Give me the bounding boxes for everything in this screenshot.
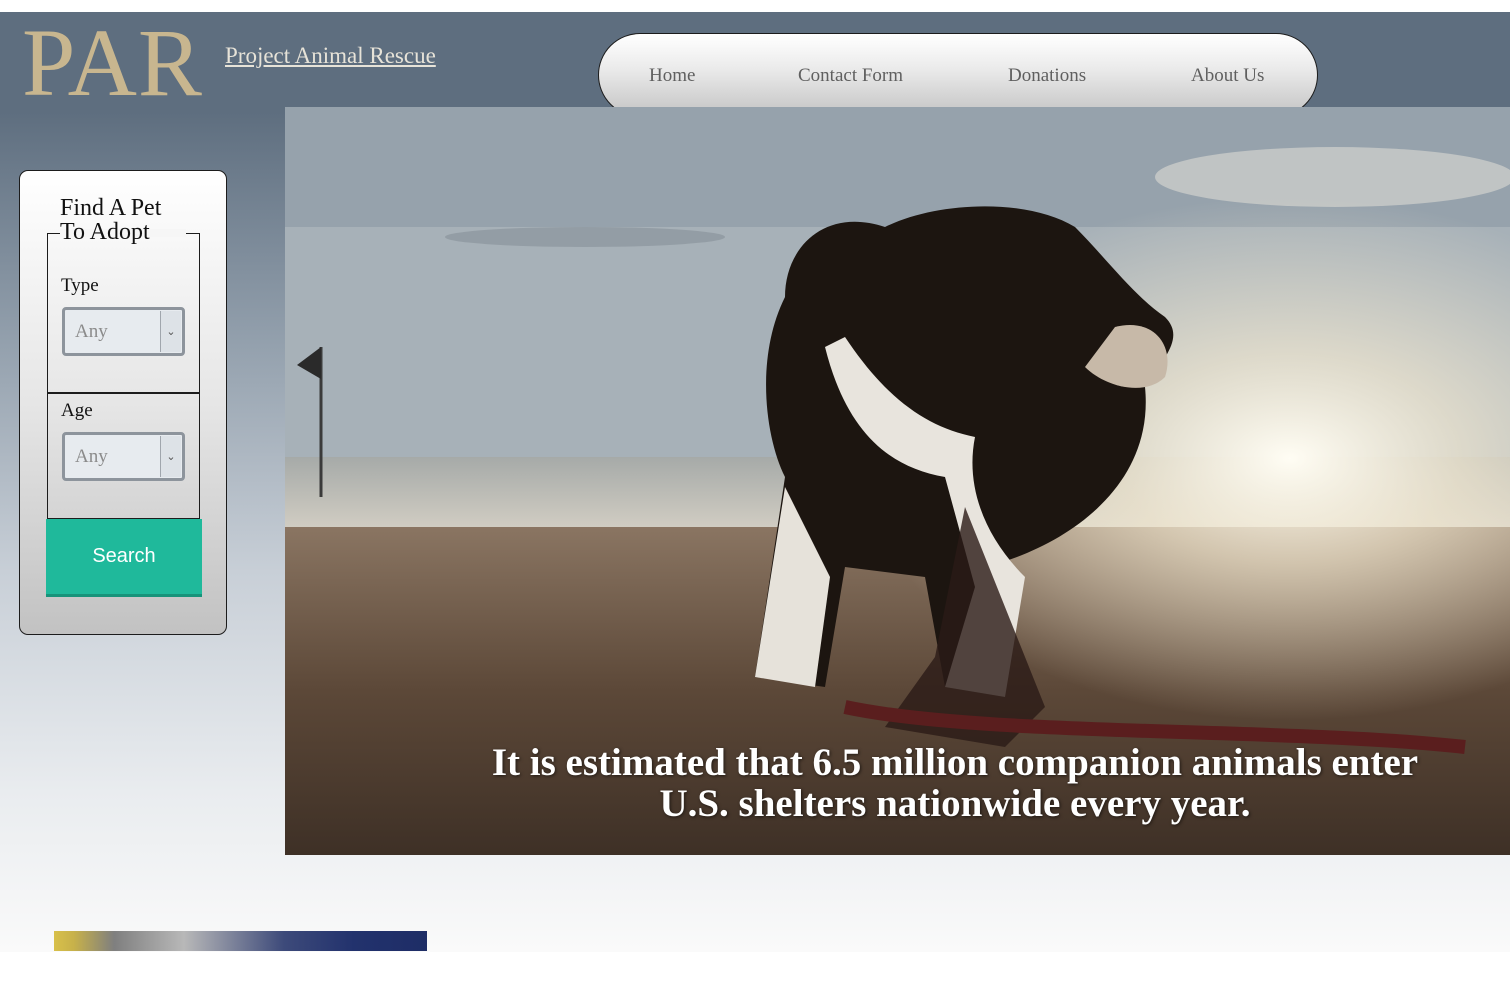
- find-pet-panel: Find A Pet To Adopt Type Any ⌄ Age Any ⌄…: [19, 170, 227, 635]
- age-select-value: Any: [75, 446, 108, 467]
- age-select[interactable]: Any ⌄: [62, 432, 185, 481]
- type-select-value: Any: [75, 321, 108, 342]
- chevron-down-icon[interactable]: ⌄: [160, 436, 181, 477]
- nav-home[interactable]: Home: [649, 65, 695, 87]
- nav-contact-form[interactable]: Contact Form: [798, 65, 903, 87]
- site-logo[interactable]: PAR: [22, 15, 203, 111]
- nav-donations[interactable]: Donations: [1008, 65, 1086, 87]
- site-name-link[interactable]: Project Animal Rescue: [225, 43, 436, 69]
- type-label: Type: [61, 275, 99, 296]
- search-button[interactable]: Search: [46, 519, 202, 597]
- nav-about-us[interactable]: About Us: [1191, 65, 1264, 87]
- age-label: Age: [61, 400, 93, 421]
- main-nav: Home Contact Form Donations About Us: [598, 33, 1318, 117]
- panel-title: Find A Pet To Adopt: [60, 195, 162, 245]
- type-select[interactable]: Any ⌄: [62, 307, 185, 356]
- hero-caption: It is estimated that 6.5 million compani…: [491, 741, 1419, 825]
- chevron-down-icon[interactable]: ⌄: [160, 311, 181, 352]
- pet-thumbnail-image[interactable]: [54, 931, 427, 951]
- hero-image: It is estimated that 6.5 million compani…: [285, 107, 1510, 855]
